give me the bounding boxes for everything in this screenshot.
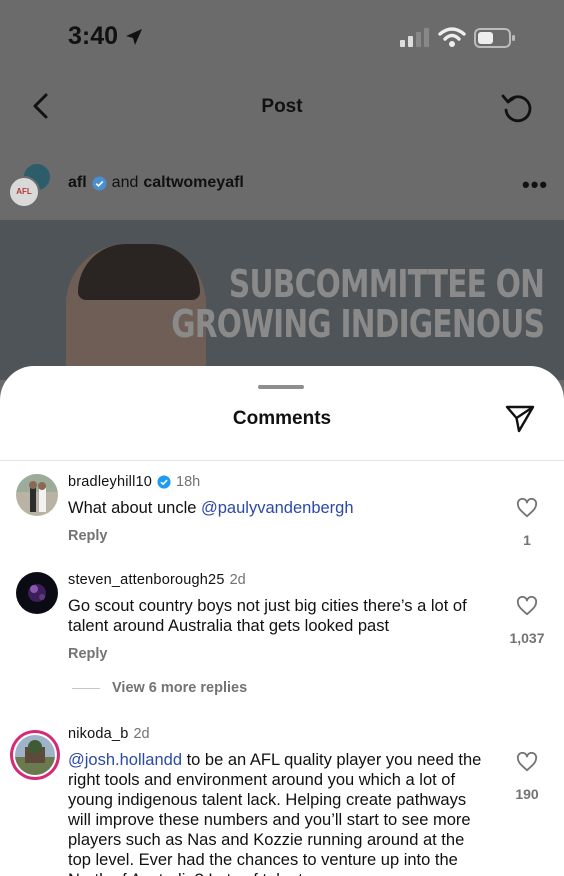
wifi-icon — [438, 27, 466, 47]
comment-text: What about uncle @paulyvandenbergh — [68, 498, 488, 518]
avatar[interactable] — [16, 474, 58, 516]
author-connector: and — [111, 174, 139, 191]
post-authors[interactable]: afl and caltwomeyafl — [68, 174, 244, 192]
comment-username[interactable]: nikoda_b — [68, 726, 128, 742]
collab-avatars[interactable]: AFL — [8, 162, 54, 208]
signal-icon — [400, 28, 429, 47]
more-icon[interactable]: ••• — [522, 172, 548, 198]
verified-badge-icon — [157, 475, 171, 489]
comment-header: steven_attenborough25 2d — [68, 572, 246, 588]
avatar-inner-ring — [13, 733, 57, 777]
post-headline: SUBCOMMITTEE ON GROWING INDIGENOUS — [171, 262, 545, 346]
author-primary[interactable]: afl — [68, 174, 87, 192]
comment-header: bradleyhill10 18h — [68, 474, 200, 490]
view-more-label[interactable]: View 6 more replies — [112, 680, 247, 696]
comment-text: @josh.hollandd to be an AFL quality play… — [68, 750, 488, 876]
top-nav: Post — [0, 78, 564, 134]
comments-sheet: Comments bradleyhill10 18h What about un… — [0, 366, 564, 876]
headline-line-2: GROWING INDIGENOUS — [171, 302, 545, 346]
comment-username[interactable]: bradleyhill10 — [68, 474, 152, 490]
post-header[interactable]: AFL afl and caltwomeyafl ••• — [0, 158, 564, 216]
location-arrow-icon — [126, 29, 142, 45]
comment-username[interactable]: steven_attenborough25 — [68, 572, 225, 588]
comment-body: What about uncle — [68, 499, 201, 517]
comment-time: 2d — [133, 726, 150, 742]
like-count: 190 — [515, 786, 539, 802]
sheet-title: Comments — [232, 408, 332, 429]
replies-line — [72, 687, 100, 689]
afl-logo-avatar: AFL — [8, 176, 40, 208]
avatar — [15, 735, 55, 775]
heart-icon[interactable] — [516, 498, 538, 518]
post-image[interactable]: SUBCOMMITTEE ON GROWING INDIGENOUS — [0, 220, 564, 380]
like-count: 1 — [523, 532, 531, 548]
view-more-replies[interactable]: View 6 more replies — [72, 680, 247, 696]
heart-icon[interactable] — [516, 596, 538, 616]
comment-body: to be an AFL quality player you need the… — [68, 751, 482, 876]
reply-button[interactable]: Reply — [68, 528, 108, 544]
like-count: 1,037 — [509, 630, 545, 646]
author-secondary[interactable]: caltwomeyafl — [143, 174, 243, 192]
comment-time: 2d — [229, 572, 246, 588]
headline-line-1: SUBCOMMITTEE ON — [228, 262, 545, 306]
verified-badge-icon — [92, 175, 107, 191]
comment-time: 18h — [176, 474, 201, 490]
sheet-grabber[interactable] — [258, 385, 304, 389]
status-time: 3:40 — [68, 22, 119, 50]
comment-mention[interactable]: @josh.hollandd — [68, 751, 182, 769]
avatar[interactable] — [16, 572, 58, 614]
comment-header: nikoda_b 2d — [68, 726, 150, 742]
page-title: Post — [261, 96, 303, 117]
heart-icon[interactable] — [516, 752, 538, 772]
comment-mention[interactable]: @paulyvandenbergh — [201, 499, 354, 517]
comment-text: Go scout country boys not just big citie… — [68, 597, 467, 635]
reply-button[interactable]: Reply — [68, 646, 108, 662]
divider — [0, 460, 564, 461]
story-ring-avatar[interactable] — [10, 730, 60, 780]
status-bar: 3:40 — [0, 0, 564, 72]
battery-icon — [474, 28, 515, 48]
share-icon[interactable] — [504, 402, 536, 434]
refresh-icon[interactable] — [500, 90, 536, 126]
